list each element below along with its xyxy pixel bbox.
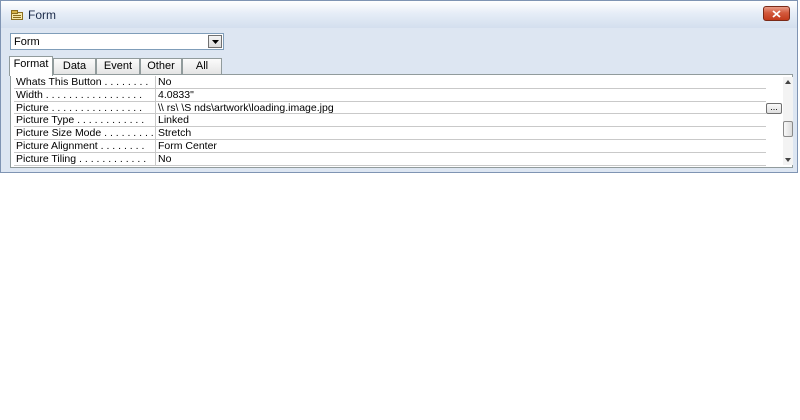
property-sheet-window: Form Form Format Data Event Other All Wh… [0, 0, 798, 173]
title-bar[interactable]: Form [1, 1, 797, 28]
close-button[interactable] [763, 6, 790, 21]
chevron-down-icon [785, 158, 791, 162]
picture-builder-button[interactable]: ... [766, 103, 782, 114]
property-row-picture-tiling[interactable]: Picture Tiling . . . . . . . . . . . . N… [14, 152, 766, 166]
property-value[interactable]: No [155, 152, 766, 165]
tab-other[interactable]: Other [140, 58, 182, 75]
close-icon [772, 9, 781, 18]
scroll-down-button[interactable] [783, 155, 793, 165]
property-sheet-icon [11, 10, 23, 20]
property-label: Width . . . . . . . . . . . . . . . . . [16, 88, 143, 101]
property-label: Picture Size Mode . . . . . . . . . [16, 127, 154, 140]
object-selector-dropdown[interactable]: Form [10, 33, 224, 50]
property-label: Picture . . . . . . . . . . . . . . . . [16, 101, 143, 114]
property-label: Whats This Button . . . . . . . . [16, 76, 149, 88]
property-value[interactable]: \\ rs\ \S nds\artwork\loading.image.jpg [155, 101, 766, 114]
chevron-down-icon [211, 39, 219, 44]
chevron-up-icon [785, 80, 791, 84]
window-title: Form [28, 8, 56, 22]
property-value[interactable]: No [155, 76, 766, 88]
property-grid: Whats This Button . . . . . . . . No Wid… [14, 76, 766, 166]
property-label: Picture Alignment . . . . . . . . [16, 139, 145, 152]
scrollbar-thumb[interactable] [783, 121, 793, 137]
property-value[interactable]: Stretch [155, 127, 766, 140]
tab-event[interactable]: Event [96, 58, 140, 75]
tab-format[interactable]: Format [9, 56, 53, 76]
property-row-picture[interactable]: Picture . . . . . . . . . . . . . . . . … [14, 101, 766, 115]
dropdown-arrow-button[interactable] [208, 35, 222, 48]
tab-data[interactable]: Data [53, 58, 96, 75]
property-row-picture-alignment[interactable]: Picture Alignment . . . . . . . . Form C… [14, 139, 766, 153]
property-label: Picture Tiling . . . . . . . . . . . . [16, 152, 147, 165]
property-panel: Whats This Button . . . . . . . . No Wid… [10, 74, 793, 168]
property-row-whats-this-button[interactable]: Whats This Button . . . . . . . . No [14, 76, 766, 89]
scroll-up-button[interactable] [783, 77, 793, 87]
property-label: Picture Type . . . . . . . . . . . . [16, 114, 145, 127]
vertical-scrollbar[interactable] [783, 77, 793, 165]
property-row-picture-size-mode[interactable]: Picture Size Mode . . . . . . . . . Stre… [14, 127, 766, 140]
tab-all[interactable]: All [182, 58, 222, 75]
property-value[interactable]: Form Center [155, 139, 766, 152]
property-row-picture-type[interactable]: Picture Type . . . . . . . . . . . . Lin… [14, 114, 766, 128]
property-row-width[interactable]: Width . . . . . . . . . . . . . . . . . … [14, 88, 766, 102]
property-value[interactable]: Linked [155, 114, 766, 127]
object-selector-value: Form [14, 36, 40, 48]
property-value[interactable]: 4.0833" [155, 88, 766, 101]
